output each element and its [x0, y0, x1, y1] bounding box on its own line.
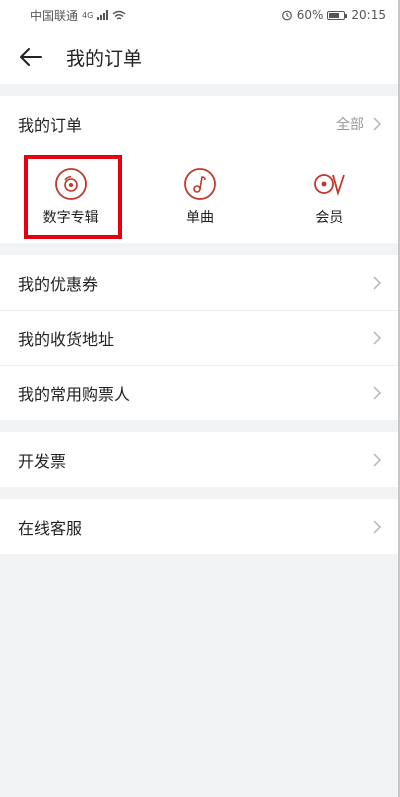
invoice-card: 开发票 [0, 432, 400, 487]
network-type: 4G [82, 10, 94, 20]
my-orders-label: 我的订单 [18, 115, 83, 135]
chevron-right-icon [373, 116, 382, 131]
status-left: 中国联通 4G [30, 7, 126, 24]
back-arrow-icon [20, 48, 42, 66]
orders-card: 我的订单 全部 数字专辑 单曲 会员 [0, 96, 400, 243]
online-support-row[interactable]: 在线客服 [0, 499, 400, 554]
section-divider [0, 487, 400, 499]
wifi-icon [112, 10, 126, 20]
digital-album-button[interactable]: 数字专辑 [23, 158, 119, 236]
order-category-bar: 数字专辑 单曲 会员 [0, 151, 400, 243]
invoice-label: 开发票 [18, 451, 67, 471]
status-bar: 中国联通 4G 60% 20:15 [0, 0, 400, 30]
single-track-button[interactable]: 单曲 [152, 158, 248, 236]
view-all-link[interactable]: 全部 [336, 114, 382, 134]
view-all-label: 全部 [336, 116, 364, 133]
invoice-row[interactable]: 开发票 [0, 432, 400, 487]
clock-time: 20:15 [351, 8, 386, 22]
music-note-icon [184, 168, 216, 200]
account-card: 我的优惠券 我的收货地址 我的常用购票人 [0, 255, 400, 420]
chevron-right-icon [373, 275, 382, 290]
my-orders-row[interactable]: 我的订单 全部 [0, 96, 400, 151]
coupons-row[interactable]: 我的优惠券 [0, 255, 400, 310]
section-divider [0, 243, 400, 255]
carrier-name: 中国联通 [30, 8, 79, 23]
shipping-address-row[interactable]: 我的收货地址 [0, 310, 400, 365]
section-divider [0, 84, 400, 96]
vip-icon [314, 174, 346, 197]
shipping-address-label: 我的收货地址 [18, 330, 115, 349]
section-divider [0, 420, 400, 432]
chevron-right-icon [373, 386, 382, 400]
battery-percent: 60% [296, 8, 324, 22]
disc-icon [54, 168, 87, 200]
page-title: 我的订单 [66, 47, 143, 70]
back-button[interactable] [18, 44, 44, 70]
coupons-label: 我的优惠券 [18, 274, 99, 294]
vip-label: 会员 [315, 210, 344, 226]
online-support-label: 在线客服 [18, 518, 83, 538]
battery-icon [327, 10, 348, 20]
ticket-buyers-label: 我的常用购票人 [18, 385, 131, 404]
chevron-right-icon [373, 331, 382, 345]
ticket-buyers-row[interactable]: 我的常用购票人 [0, 365, 400, 420]
chevron-right-icon [373, 452, 382, 467]
vip-button[interactable]: 会员 [281, 158, 377, 236]
alarm-icon [281, 10, 292, 21]
single-track-label: 单曲 [185, 210, 214, 226]
chevron-right-icon [373, 519, 382, 534]
signal-icon [97, 10, 109, 20]
page-header: 我的订单 [0, 30, 400, 84]
status-right: 60% 20:15 [281, 8, 386, 22]
support-card: 在线客服 [0, 499, 400, 554]
digital-album-label: 数字专辑 [42, 210, 99, 226]
